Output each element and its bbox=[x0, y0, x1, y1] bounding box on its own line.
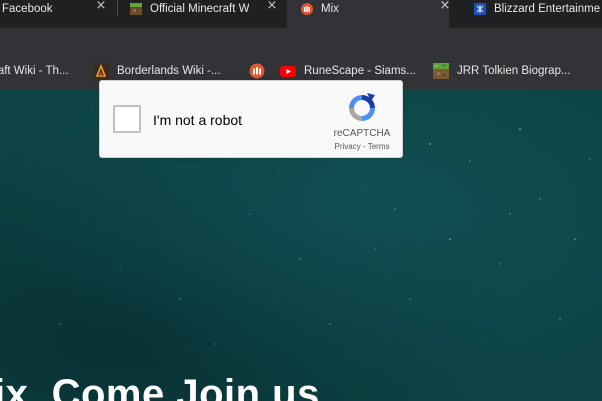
recaptcha-widget: I'm not a robot reCAPTCHA Privacy - Term… bbox=[99, 80, 403, 158]
mix-icon bbox=[249, 63, 265, 79]
toolbar-area bbox=[0, 28, 602, 53]
youtube-icon bbox=[280, 63, 296, 79]
bookmark-label: RuneScape - Siams... bbox=[304, 65, 416, 77]
tab-label: Official Minecraft W bbox=[150, 3, 250, 15]
tab-mix[interactable]: Mix bbox=[301, 0, 421, 18]
borderlands-icon bbox=[93, 63, 109, 79]
recaptcha-checkbox[interactable] bbox=[113, 105, 141, 133]
tab-label: Mix bbox=[321, 3, 339, 15]
bookmark-item[interactable]: raft Wiki - Th... bbox=[0, 53, 69, 89]
minecraft-icon bbox=[130, 3, 142, 15]
mix-icon bbox=[301, 3, 313, 15]
bookmark-tolkien[interactable]: JRR Tolkien Biograp... bbox=[433, 53, 571, 89]
hero-heading: ix. Come Join us bbox=[0, 372, 320, 401]
close-icon[interactable]: × bbox=[94, 0, 108, 14]
bookmark-label: JRR Tolkien Biograp... bbox=[457, 65, 571, 77]
bookmark-label: raft Wiki - Th... bbox=[0, 65, 69, 77]
tab-label: Facebook bbox=[2, 3, 53, 15]
recaptcha-logo-icon bbox=[349, 93, 375, 121]
tab-strip: Facebook × Official Minecraft W × Mix × … bbox=[0, 0, 602, 28]
blizzard-icon bbox=[474, 3, 486, 15]
tab-facebook[interactable]: Facebook bbox=[2, 0, 90, 18]
minecraft-icon bbox=[433, 63, 449, 79]
tab-blizzard[interactable]: Blizzard Entertainme bbox=[474, 0, 602, 18]
recaptcha-privacy-terms[interactable]: Privacy - Terms bbox=[315, 142, 409, 151]
close-icon[interactable]: × bbox=[265, 0, 279, 14]
tab-label: Blizzard Entertainme bbox=[494, 3, 601, 15]
recaptcha-label: I'm not a robot bbox=[153, 112, 243, 128]
recaptcha-brand: reCAPTCHA bbox=[333, 128, 391, 139]
close-icon[interactable]: × bbox=[438, 0, 452, 14]
bookmark-label: Borderlands Wiki -... bbox=[117, 65, 221, 77]
tab-separator bbox=[117, 0, 118, 16]
